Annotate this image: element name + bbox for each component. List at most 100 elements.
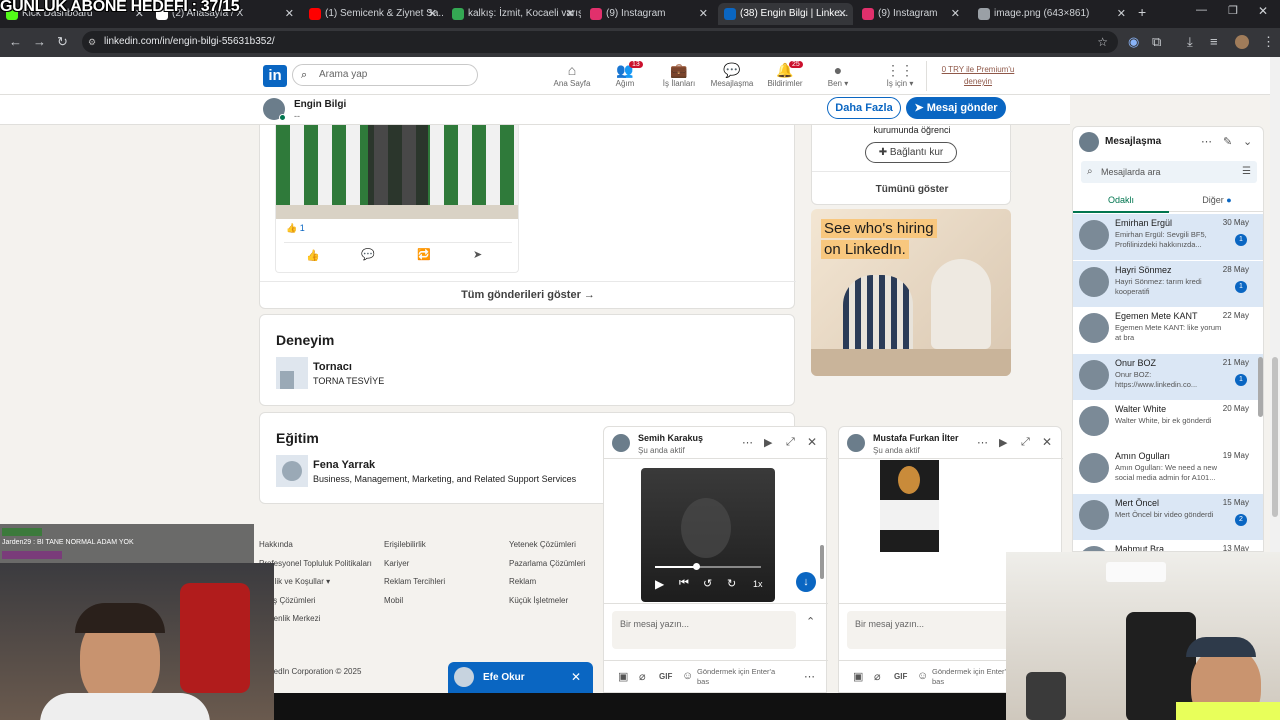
conversation-item[interactable]: Emirhan Ergül 30 May Emirhan Ergül: Sevgil… [1073, 214, 1263, 260]
nav-item[interactable]: ● Ben ▾ [810, 61, 866, 88]
video-call-icon[interactable]: ▶ [764, 436, 772, 449]
post-preview[interactable]: 👍 1 👍 💬 🔁 ➤ [275, 125, 519, 273]
show-all-link[interactable]: Tümünü göster [812, 184, 1012, 195]
footer-link[interactable]: Profesyonel Topluluk Politikaları [259, 559, 372, 568]
close-icon[interactable]: ✕ [807, 435, 817, 449]
messaging-title[interactable]: Mesajlaşma [1105, 136, 1161, 147]
browser-tab[interactable]: image.png (643×861) ✕ [972, 3, 1132, 25]
footer-link[interactable]: Erişilebilirlik [384, 540, 426, 549]
gif-icon[interactable]: GIF [659, 672, 672, 681]
more-button[interactable]: Daha Fazla [827, 97, 901, 119]
close-tab-icon[interactable]: ✕ [428, 3, 437, 25]
footer-link[interactable]: Reklam Tercihleri [384, 577, 445, 586]
browser-tab[interactable]: (38) Engin Bilgi | Linke... ✕ [718, 3, 853, 25]
close-tab-icon[interactable]: ✕ [838, 3, 847, 25]
page-scrollbar-track[interactable] [1270, 57, 1280, 552]
window-minimize-icon[interactable]: — [1196, 4, 1207, 16]
like-icon[interactable]: 👍 [306, 249, 320, 262]
media-icon[interactable]: ≡ [1210, 33, 1218, 51]
shared-image[interactable] [880, 460, 939, 552]
repost-icon[interactable]: 🔁 [417, 248, 431, 261]
page-scrollbar-thumb[interactable] [1272, 357, 1278, 517]
conversation-item[interactable]: Walter White 20 May Walter White, bir ek g… [1073, 400, 1263, 446]
send-message-button[interactable]: ➤ Mesaj gönder [906, 97, 1006, 119]
nav-item[interactable]: 🔔 Bildirimler 25 [757, 61, 813, 88]
nav-item[interactable]: ⋮⋮ İş için ▾ [872, 61, 928, 88]
company-logo-icon[interactable] [276, 357, 308, 389]
conversation-item[interactable]: Hayri Sönmez 28 May Hayri Sönmez: tarım kr… [1073, 260, 1263, 307]
download-icon[interactable]: ⤓ [1187, 33, 1193, 51]
conversation-item[interactable]: Amın Ogulları 19 May Amın Ogulları: We nee… [1073, 447, 1263, 493]
conversation-item[interactable]: Mert Öncel 15 May Mert Öncel bir video gön… [1073, 493, 1263, 540]
chat-more-icon[interactable]: ⋯ [742, 436, 753, 449]
footer-link[interactable]: Reklam [509, 577, 536, 586]
close-icon[interactable]: ✕ [1042, 435, 1052, 449]
close-tab-icon[interactable]: ✕ [1117, 3, 1126, 25]
more-options-icon[interactable]: ⋯ [1201, 135, 1212, 148]
video-player[interactable]: ▶ ⏮ ↺ ↻ 1x [641, 468, 775, 602]
conversation-item[interactable]: Egemen Mete KANT 22 May Egemen Mete KANT: … [1073, 307, 1263, 353]
my-avatar[interactable] [1079, 132, 1099, 152]
browser-profile-avatar[interactable] [1235, 35, 1249, 49]
site-info-icon[interactable]: ⚙ [88, 31, 96, 53]
emoji-icon[interactable]: ☺ [917, 670, 928, 682]
footer-link[interactable]: Pazarlama Çözümleri [509, 559, 585, 568]
conversation-item[interactable]: Mahmut Bra 13 May [1073, 540, 1263, 551]
expand-input-icon[interactable]: ⌃ [806, 615, 815, 628]
emoji-icon[interactable]: ☺ [682, 670, 693, 682]
tab-focused[interactable]: Odaklı [1073, 189, 1169, 213]
chat-more-icon[interactable]: ⋯ [977, 436, 988, 449]
message-search-input[interactable]: ⌕ Mesajlarda ara ☰ [1081, 161, 1257, 183]
video-call-icon[interactable]: ▶ [999, 436, 1007, 449]
send-post-icon[interactable]: ➤ [473, 248, 482, 261]
close-icon[interactable]: ✕ [571, 670, 581, 684]
close-tab-icon[interactable]: ✕ [951, 3, 960, 25]
bookmark-star-icon[interactable]: ☆ [1097, 31, 1108, 53]
browser-menu-icon[interactable]: ⋮ [1262, 33, 1275, 51]
window-restore-icon[interactable]: ❐ [1228, 4, 1238, 17]
nav-item[interactable]: 💬 Mesajlaşma [704, 61, 760, 88]
like-count[interactable]: 👍 1 [286, 223, 305, 234]
chat-options-icon[interactable]: ⋯ [804, 670, 815, 683]
footer-link[interactable]: Kariyer [384, 559, 409, 568]
conversation-item[interactable]: Onur BOZ 21 May Onur BOZ: https://www.link… [1073, 353, 1263, 400]
message-input[interactable]: Bir mesaj yazın... [612, 611, 796, 649]
expand-icon[interactable]: ⤢ [1021, 436, 1030, 449]
forward-icon[interactable]: ↻ [727, 577, 736, 590]
compose-icon[interactable]: ✎ [1223, 135, 1232, 148]
footer-link[interactable]: Mobil [384, 596, 403, 605]
footer-link[interactable]: Yetenek Çözümleri [509, 540, 576, 549]
hiring-ad-banner[interactable]: See who's hiring on LinkedIn. [811, 209, 1011, 376]
collapse-chevron-icon[interactable]: ⌄ [1243, 135, 1252, 148]
video-scrubber-handle[interactable] [693, 563, 700, 570]
show-all-posts-link[interactable]: Tüm gönderileri göster → [260, 289, 796, 301]
image-icon[interactable]: ▣ [853, 670, 863, 683]
expand-icon[interactable]: ⤢ [786, 436, 795, 449]
chat-avatar[interactable] [847, 434, 865, 452]
tab-other[interactable]: Diğer ● [1169, 189, 1263, 212]
nav-item[interactable]: ⌂ Ana Sayfa [544, 61, 600, 88]
chat-name[interactable]: Semih Karakuş [638, 433, 703, 443]
puzzle-icon[interactable]: ⧉ [1152, 33, 1161, 51]
browser-tab[interactable]: (9) Instagram ✕ [856, 3, 966, 25]
attach-icon[interactable]: ⌀ [874, 670, 881, 683]
play-icon[interactable]: ▶ [655, 577, 664, 591]
close-tab-icon[interactable]: ✕ [285, 3, 294, 25]
linkedin-logo-icon[interactable]: in [263, 65, 287, 87]
conversation-scrollbar[interactable] [1258, 357, 1263, 417]
chat-scrollbar[interactable] [820, 545, 824, 579]
close-tab-icon[interactable]: ✕ [566, 3, 575, 25]
image-icon[interactable]: ▣ [618, 670, 628, 683]
premium-link[interactable]: 0 TRY ile Premium'u deneyin [938, 64, 1018, 88]
chat-avatar[interactable] [612, 434, 630, 452]
nav-item[interactable]: 💼 İş İlanları [651, 61, 707, 88]
extension-icon[interactable]: ◉ [1128, 33, 1139, 51]
rewind-icon[interactable]: ↺ [703, 577, 712, 590]
connect-button[interactable]: ✚ Bağlantı kur [865, 142, 957, 163]
back-arrow-icon[interactable]: ← [9, 33, 22, 51]
filter-icon[interactable]: ☰ [1242, 161, 1251, 183]
new-tab-button[interactable]: + [1138, 4, 1146, 20]
footer-link[interactable]: Küçük İşletmeler [509, 596, 568, 605]
footer-link[interactable]: Hakkında [259, 540, 293, 549]
search-input[interactable]: ⌕ Arama yap [292, 64, 478, 86]
